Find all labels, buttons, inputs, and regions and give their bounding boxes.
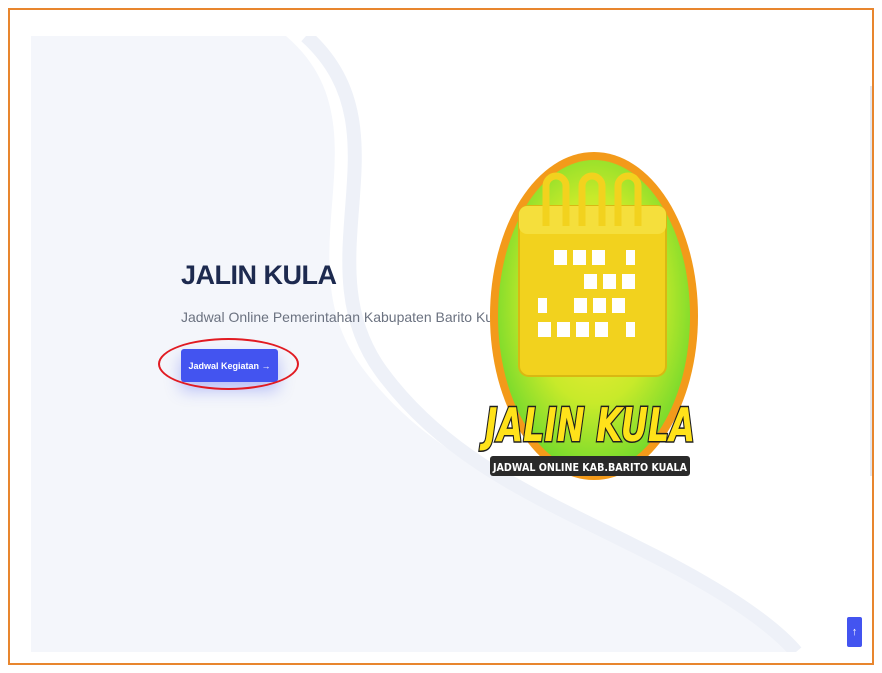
hero-subtitle: Jadwal Online Pemerintahan Kabupaten Bar… [181, 309, 512, 325]
hero-title: JALIN KULA [181, 260, 337, 290]
background-wave [286, 36, 872, 652]
logo-main-text: JALIN KULA [479, 398, 695, 452]
logo-tagline: JADWAL ONLINE KAB.BARITO KUALA [492, 461, 687, 474]
side-scroll-track [870, 86, 872, 476]
back-to-top-button[interactable]: ↑ [847, 617, 862, 647]
jalin-kula-logo: JALIN KULA JADWAL ONLINE KAB.BARITO KUAL… [478, 152, 698, 480]
page-viewport [31, 36, 872, 652]
jadwal-kegiatan-button[interactable]: Jadwal Kegiatan → [181, 349, 278, 382]
arrow-up-icon: ↑ [851, 626, 858, 638]
